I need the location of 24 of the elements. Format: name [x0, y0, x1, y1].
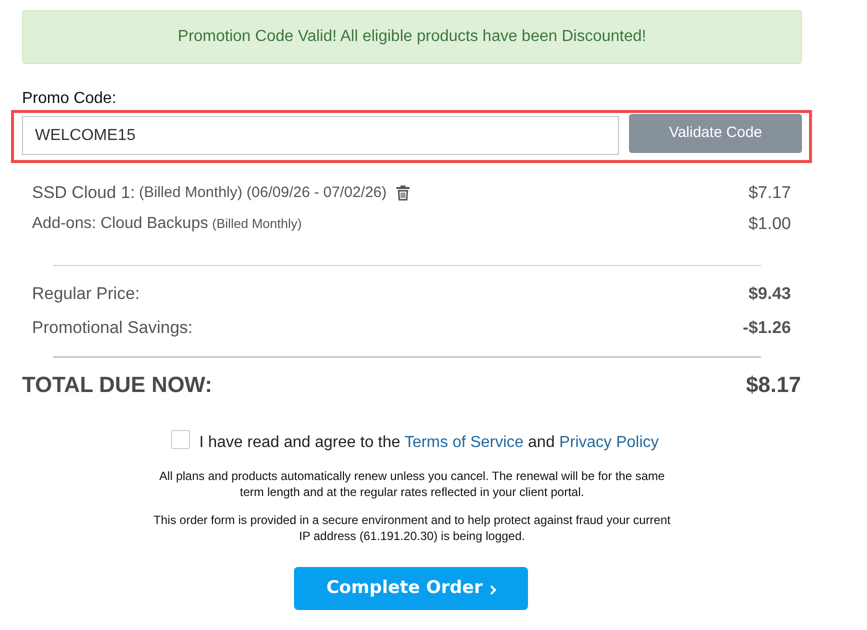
notice-text: This order form is provided in a secure environment and to help protect against fraud your current IP address (61.191.20.30) is being logged. — [152, 512, 672, 544]
agreement-checkbox[interactable] — [171, 430, 190, 449]
billing-details: (Billed Monthly) (06/09/26 - 07/02/26) — [139, 182, 387, 203]
total-label: TOTAL DUE NOW: — [22, 370, 212, 398]
summary-value: -$1.26 — [742, 317, 791, 340]
promo-code-label: Promo Code: — [22, 90, 118, 108]
promo-code-input[interactable]: WELCOME15 — [22, 116, 619, 155]
item-price: $7.17 — [748, 182, 791, 204]
agreement-text: I have read and agree to the Terms of Service and Privacy Policy — [199, 433, 659, 453]
success-alert: Promotion Code Valid! All eligible products have been Discounted! — [22, 10, 802, 64]
policy-link[interactable]: Terms of Service — [404, 434, 524, 451]
chevron-right-icon — [490, 585, 496, 595]
item-name: Add-ons: Cloud Backups — [32, 214, 208, 234]
notice-text: All plans and products automatically renew unless you cancel. The renewal will be for the same term length and at the regular rates reflected in your client portal. — [158, 468, 666, 500]
summary-label: Regular Price: — [32, 283, 140, 306]
trash-icon[interactable] — [396, 185, 410, 201]
summary-label: Promotional Savings: — [32, 317, 193, 340]
summary-value: $9.43 — [748, 283, 791, 306]
validate-code-button[interactable]: Validate Code — [629, 114, 802, 153]
item-name: SSD Cloud 1: — [32, 182, 135, 204]
item-price: $1.00 — [748, 213, 791, 236]
policy-link[interactable]: Privacy Policy — [559, 434, 659, 451]
billing-details: (Billed Monthly) — [212, 215, 302, 234]
total-value: $8.17 — [746, 370, 801, 398]
